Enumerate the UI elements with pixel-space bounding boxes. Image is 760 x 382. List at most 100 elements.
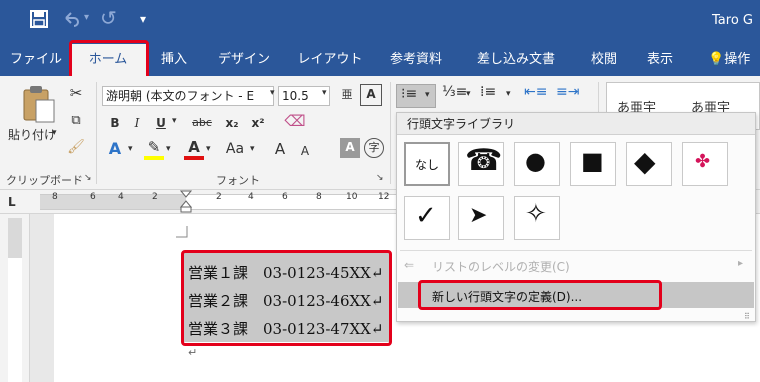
char-border-icon[interactable]: A [360, 84, 382, 106]
save-icon[interactable] [30, 10, 48, 28]
copy-icon[interactable]: ⧉ [66, 112, 86, 130]
text-effects-icon[interactable]: A [104, 140, 126, 158]
bullet-library-title: 行頭文字ライブラリ [397, 113, 755, 135]
tab-stop-selector[interactable]: L [8, 195, 16, 209]
bullet-color-star[interactable]: ✤ [682, 142, 728, 186]
font-launcher-icon[interactable]: ↘ [376, 173, 384, 183]
ruler-tick: 8 [316, 192, 322, 202]
subscript-button[interactable]: x₂ [222, 114, 242, 132]
change-case-dropdown-icon[interactable]: ▾ [250, 144, 255, 154]
bold-button[interactable]: B [106, 114, 124, 132]
bullet-phone[interactable]: ☎ [458, 142, 504, 186]
bullet-check[interactable]: ✓ [404, 196, 450, 240]
font-color-icon[interactable]: A [184, 138, 204, 160]
vertical-ruler-text [8, 258, 22, 382]
group-separator [390, 82, 391, 184]
bullet-none[interactable]: なし [404, 142, 450, 186]
bullet-none-label: なし [415, 158, 440, 172]
bullet-sparkle[interactable]: ✧ [514, 196, 560, 240]
increase-indent-icon[interactable]: ≡⇥ [556, 84, 579, 100]
paste-label[interactable]: 貼り付け [8, 126, 56, 143]
undo-icon[interactable] [62, 10, 80, 28]
underline-dropdown-icon[interactable]: ▾ [172, 116, 177, 126]
ruler-tick: 8 [52, 192, 58, 202]
bullets-dropdown-icon: ▾ [425, 90, 430, 100]
clipboard-launcher-icon[interactable]: ↘ [84, 173, 92, 183]
sparkle-icon: ✧ [525, 199, 547, 229]
ruler-tick: 2 [152, 192, 158, 202]
multilevel-dropdown-icon[interactable]: ▾ [506, 89, 511, 99]
tab-file[interactable]: ファイル [6, 44, 66, 76]
margin-corner-mark [176, 226, 188, 238]
tab-references[interactable]: 参考資料 [380, 44, 452, 76]
title-bar: ▾ ↺ ▾ Taro G [0, 0, 760, 44]
ruler-tick: 2 [216, 192, 222, 202]
redo-icon[interactable]: ↺ [100, 6, 117, 30]
clear-format-icon[interactable]: 亜 [336, 86, 358, 104]
tab-insert[interactable]: 挿入 [150, 44, 198, 76]
eraser-icon[interactable]: ⌫ [284, 112, 306, 130]
undo-dropdown-icon[interactable]: ▾ [84, 12, 89, 23]
decrease-indent-icon[interactable]: ⇤≡ [524, 84, 547, 100]
ruler-tick: 10 [346, 192, 358, 202]
text-effects-dropdown-icon[interactable]: ▾ [128, 144, 133, 154]
superscript-button[interactable]: x² [248, 114, 268, 132]
underline-button[interactable]: U [152, 114, 170, 132]
indent-marker-icon[interactable] [180, 190, 192, 214]
grow-font-button[interactable]: A [270, 140, 290, 158]
bullet-diamond[interactable]: ◆ [626, 142, 672, 186]
change-level-icon: ⇐ [404, 258, 415, 272]
highlight-dropdown-icon[interactable]: ▾ [166, 144, 171, 154]
selection-highlight [181, 250, 392, 346]
multilevel-list-icon[interactable]: ⁞≡ [480, 84, 496, 100]
tab-design[interactable]: デザイン [212, 44, 276, 76]
define-new-highlight [418, 280, 662, 310]
ruler-tick: 6 [90, 192, 96, 202]
clipboard-group-label: クリップボード [6, 174, 83, 187]
cut-icon[interactable]: ✂ [66, 84, 86, 102]
highlight-icon[interactable]: ✎ [144, 138, 164, 160]
font-name-dropdown-icon[interactable]: ▾ [270, 88, 275, 98]
tell-me-label: 操作 [724, 52, 751, 67]
shrink-font-button[interactable]: A [296, 142, 314, 160]
paragraph-mark: ↵ [188, 346, 198, 359]
filled-circle-icon: ● [525, 147, 546, 175]
customize-qat-icon[interactable]: ▾ [140, 12, 146, 26]
submenu-arrow-icon: ▸ [738, 258, 744, 269]
font-color-dropdown-icon[interactable]: ▾ [206, 144, 211, 154]
font-name-combo[interactable]: 游明朝 (本文のフォント - E [102, 86, 274, 106]
tab-mailings[interactable]: 差し込み文書 [466, 44, 566, 76]
resize-grip-icon[interactable]: ⠿ [744, 312, 750, 321]
char-shading-button[interactable]: A [340, 138, 360, 158]
enclose-char-button[interactable]: 字 [364, 138, 384, 158]
ruler-tick: 6 [282, 192, 288, 202]
color-star-icon: ✤ [695, 151, 711, 172]
ruler-tick: 4 [118, 192, 124, 202]
bullet-arrow[interactable]: ➤ [458, 196, 504, 240]
bullet-circle[interactable]: ● [514, 142, 560, 186]
bullets-button[interactable]: ⁝≡ ▾ [396, 84, 436, 108]
strikethrough-button[interactable]: abc [188, 114, 216, 132]
phone-icon: ☎ [465, 143, 503, 178]
font-size-dropdown-icon[interactable]: ▾ [322, 88, 327, 98]
tab-layout[interactable]: レイアウト [290, 44, 370, 76]
user-name[interactable]: Taro G [712, 13, 753, 28]
vertical-ruler[interactable] [0, 214, 30, 382]
bullet-square[interactable]: ■ [570, 142, 616, 186]
vertical-ruler-margin [8, 218, 22, 258]
numbering-icon[interactable]: ⅓≡ [442, 84, 467, 100]
checkmark-icon: ✓ [415, 201, 437, 231]
paste-dropdown-icon[interactable]: ▾ [52, 128, 57, 138]
menu-separator [400, 250, 752, 251]
arrowhead-icon: ➤ [469, 203, 488, 228]
tab-review[interactable]: 校閲 [580, 44, 628, 76]
tab-view[interactable]: 表示 [636, 44, 684, 76]
italic-button[interactable]: I [128, 114, 146, 132]
lightbulb-icon: 💡 [708, 52, 725, 67]
paste-icon[interactable] [20, 84, 58, 124]
change-case-button[interactable]: Aa [222, 140, 248, 158]
format-painter-icon[interactable]: 🖌 [66, 138, 86, 156]
tab-tell-me[interactable]: 💡操作 [708, 44, 760, 76]
numbering-dropdown-icon[interactable]: ▾ [466, 89, 471, 99]
font-group-label: フォント [216, 174, 260, 187]
